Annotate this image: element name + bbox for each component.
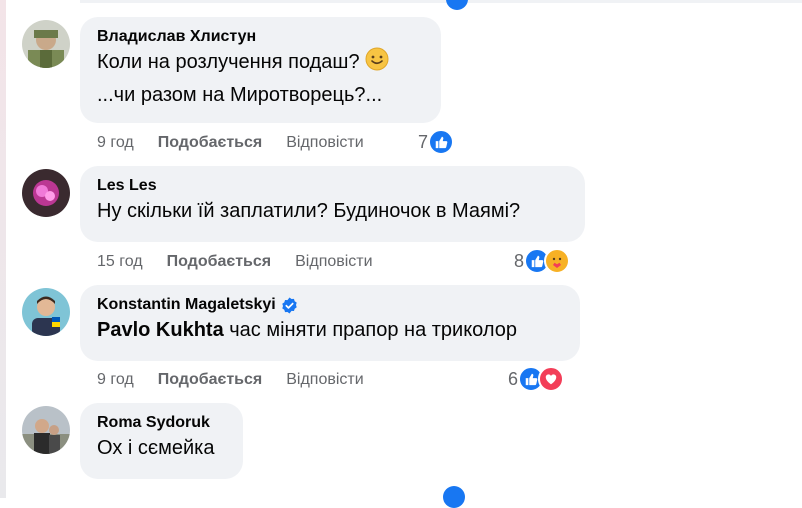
like-button[interactable]: Подобається — [167, 253, 272, 271]
comment-actions: 9 год Подобається Відповісти — [97, 371, 364, 389]
comment-author[interactable]: Roma Sydoruk — [97, 413, 227, 433]
comment-text: Коли на розлучення подаш? — [97, 47, 425, 80]
like-button[interactable]: Подобається — [158, 134, 263, 152]
comment-author[interactable]: Konstantin Magaletskyi — [97, 295, 564, 315]
reaction-summary[interactable]: 8 — [514, 248, 571, 274]
like-icon — [446, 0, 468, 10]
reaction-summary[interactable]: 6 — [508, 366, 565, 392]
comment-time[interactable]: 15 год — [97, 253, 143, 271]
avatar[interactable] — [22, 288, 70, 336]
reply-button[interactable]: Відповісти — [295, 253, 372, 271]
comment-text: Pavlo Kukhta час міняти прапор на трикол… — [97, 319, 518, 341]
love-icon — [538, 366, 565, 392]
reply-button[interactable]: Відповісти — [286, 134, 363, 152]
comment-author[interactable]: Владислав Хлистун — [97, 27, 425, 47]
comment-text: Ну скільки їй заплатили? Будиночок в Мая… — [97, 200, 521, 222]
comment-bubble: Roma Sydoruk Ох і сємейка — [80, 403, 243, 479]
comment-bubble: Konstantin Magaletskyi Pavlo Kukhta час … — [80, 285, 580, 361]
like-icon — [428, 129, 455, 155]
avatar[interactable] — [22, 406, 70, 454]
like-icon — [443, 486, 465, 508]
reaction-summary[interactable]: 7 — [418, 129, 455, 155]
avatar[interactable] — [22, 169, 70, 217]
comment-time[interactable]: 9 год — [97, 134, 134, 152]
avatar[interactable] — [22, 20, 70, 68]
comment-text: Ох і сємейка — [97, 437, 215, 459]
comment-actions: 15 год Подобається Відповісти — [97, 253, 373, 271]
left-edge-strip — [0, 0, 6, 498]
smile-emoji-icon — [365, 47, 389, 80]
care-icon — [544, 248, 571, 274]
comment-text-line: ...чи разом на Миротворець?... — [97, 84, 383, 106]
like-button[interactable]: Подобається — [158, 371, 263, 389]
top-divider — [80, 0, 802, 3]
reaction-count: 7 — [418, 131, 429, 152]
mention-link[interactable]: Pavlo Kukhta — [97, 319, 224, 341]
reply-button[interactable]: Відповісти — [286, 371, 363, 389]
reaction-count: 8 — [514, 250, 525, 271]
comment-bubble: Владислав Хлистун Коли на розлучення под… — [80, 17, 441, 123]
reaction-count: 6 — [508, 368, 519, 389]
comment-actions: 9 год Подобається Відповісти — [97, 134, 364, 152]
comment-author[interactable]: Les Les — [97, 176, 569, 196]
verified-badge-icon — [281, 297, 298, 314]
comment-bubble: Les Les Ну скільки їй заплатили? Будиноч… — [80, 166, 585, 242]
comment-time[interactable]: 9 год — [97, 371, 134, 389]
